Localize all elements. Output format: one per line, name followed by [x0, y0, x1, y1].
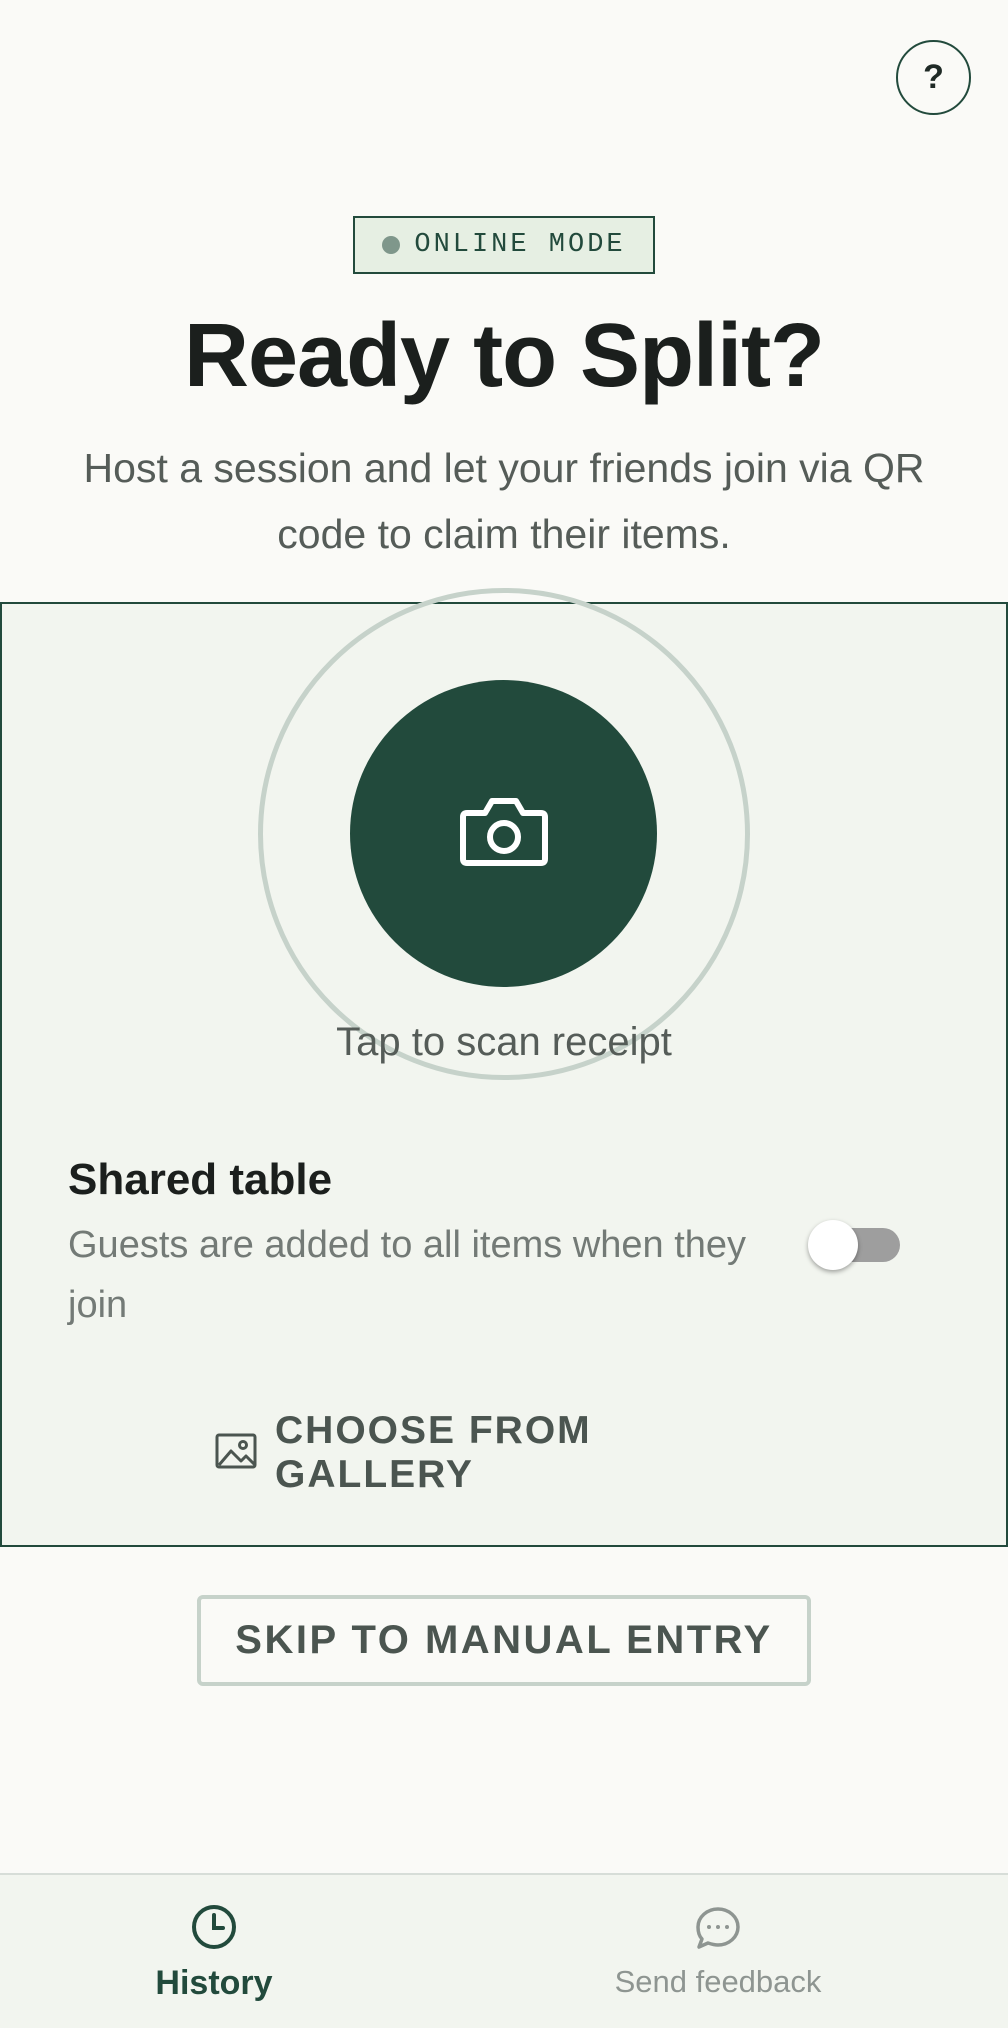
- mode-badge-label: ONLINE MODE: [414, 230, 626, 260]
- nav-item-history[interactable]: History: [0, 1875, 428, 2028]
- clock-icon: [190, 1903, 238, 1956]
- online-mode-badge: ONLINE MODE: [353, 216, 655, 274]
- bottom-navigation: History Send feedback: [0, 1873, 1008, 2028]
- shared-table-toggle[interactable]: [808, 1220, 900, 1270]
- nav-history-label: History: [155, 1963, 273, 2002]
- toggle-knob: [808, 1220, 858, 1270]
- skip-to-manual-entry-button[interactable]: SKIP TO MANUAL ENTRY: [197, 1595, 811, 1686]
- chat-bubble-icon: [694, 1905, 742, 1956]
- page-title: Ready to Split?: [183, 306, 825, 406]
- choose-from-gallery-button[interactable]: CHOOSE FROM GALLERY: [215, 1409, 793, 1496]
- scan-receipt-button[interactable]: [350, 680, 657, 987]
- help-button-label: ?: [923, 58, 944, 96]
- nav-item-send-feedback[interactable]: Send feedback: [504, 1875, 932, 2028]
- scan-receipt-label: Tap to scan receipt: [336, 1020, 672, 1064]
- skip-button-label: SKIP TO MANUAL ENTRY: [235, 1618, 773, 1662]
- shared-table-title: Shared table: [68, 1155, 333, 1204]
- help-button[interactable]: ?: [896, 40, 971, 115]
- gallery-button-label: CHOOSE FROM GALLERY: [275, 1409, 592, 1496]
- shared-table-description: Guests are added to all items when they …: [68, 1224, 747, 1326]
- page-subtitle: Host a session and let your friends join…: [83, 445, 925, 557]
- camera-icon: [459, 795, 549, 872]
- image-icon: [215, 1433, 257, 1474]
- status-dot-icon: [382, 236, 401, 254]
- nav-send-feedback-label: Send feedback: [614, 1964, 822, 1999]
